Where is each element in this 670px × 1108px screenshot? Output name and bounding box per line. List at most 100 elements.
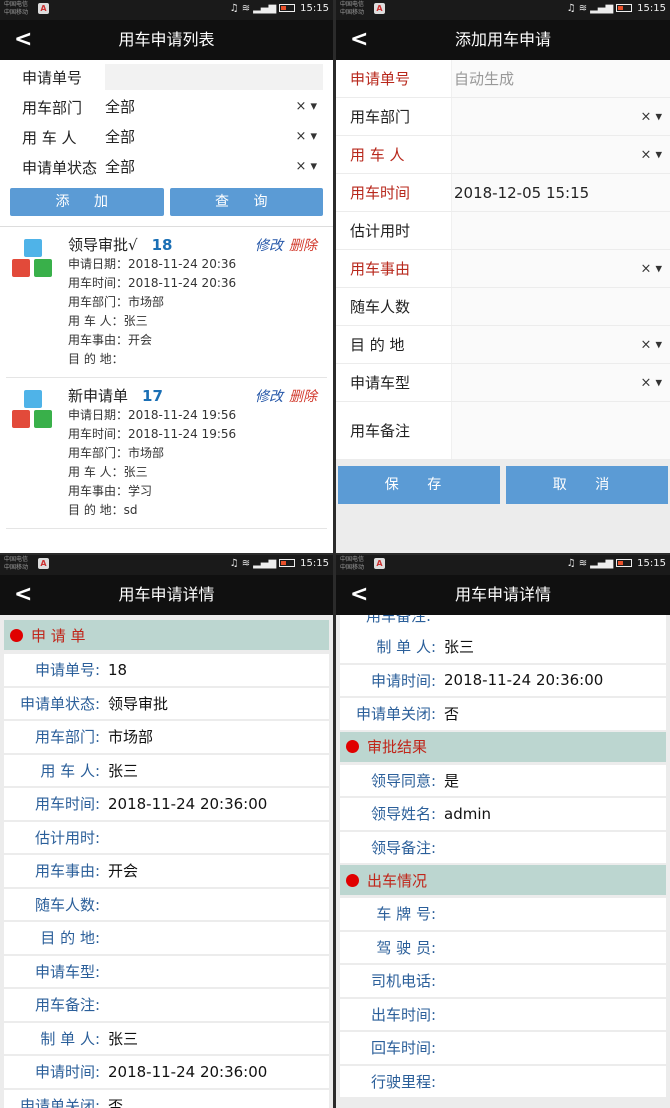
chevron-left-icon[interactable]: <: [14, 20, 32, 60]
clear-dropdown-icon[interactable]: × ▾: [640, 109, 662, 124]
detail-value: 张三: [108, 761, 139, 780]
clipped-label: 用车备注:: [366, 615, 432, 625]
signal-icon: ▂▄▆: [590, 558, 614, 569]
detail-row: 出车时间:: [340, 998, 666, 1032]
edit-link[interactable]: 修改: [255, 238, 283, 254]
detail-label: 领导备注:: [370, 838, 436, 857]
clear-dropdown-icon[interactable]: × ▾: [640, 147, 662, 162]
detail-label: 驾 驶 员:: [376, 938, 436, 957]
top-bar: < 用车申请详情: [0, 575, 333, 615]
top-bar: < 用车申请详情: [336, 575, 670, 615]
form-input[interactable]: 自动生成: [451, 60, 670, 97]
item-detail-line: 用 车 人：张三: [68, 314, 148, 328]
detail-row: 领导姓名: admin: [340, 798, 666, 832]
filter-select[interactable]: 全部 × ▾: [105, 94, 323, 120]
query-button[interactable]: 查 询: [169, 188, 323, 216]
item-detail-line: 申请日期：2018-11-24 19:56: [68, 408, 237, 422]
filter-input[interactable]: [105, 64, 323, 90]
status-icons: ♫ ≋ ▂▄▆ 15:15: [564, 2, 666, 16]
filter-form: 申请单号 用车部门 全部 × ▾ 用 车 人全部 × ▾ 申请单状态 全部 × ▾: [0, 60, 333, 182]
filter-value: 全部: [105, 128, 136, 146]
clear-dropdown-icon[interactable]: × ▾: [640, 337, 662, 352]
form-row: 用 车 人 × ▾: [336, 136, 670, 174]
cancel-button[interactable]: 取 消: [506, 466, 668, 504]
form-input[interactable]: [451, 212, 670, 249]
filter-label: 用车部门: [22, 98, 83, 117]
detail-row: 司机电话:: [340, 965, 666, 999]
form-row: 用车事由 × ▾: [336, 250, 670, 288]
battery-icon: [279, 559, 296, 567]
form-row: 用车部门 × ▾: [336, 98, 670, 136]
form-select[interactable]: × ▾: [451, 136, 670, 173]
item-detail-line: 申请日期：2018-11-24 20:36: [68, 257, 237, 271]
detail-label: 领导姓名:: [370, 805, 436, 824]
save-button[interactable]: 保 存: [338, 466, 500, 504]
clear-dropdown-icon[interactable]: × ▾: [295, 94, 317, 120]
detail-label: 申请时间:: [370, 671, 436, 690]
dispatch-list: 车 牌 号: 驾 驶 员: 司机电话: 出车时间: 回车时间: 行驶里程:: [336, 898, 670, 1099]
wifi-icon: ≋: [578, 3, 588, 14]
detail-row: 用车部门: 市场部: [4, 721, 329, 755]
filter-select[interactable]: 全部 × ▾: [105, 154, 323, 180]
app-notification-icon: A: [374, 558, 385, 569]
form-label: 用车时间: [350, 184, 411, 202]
detail-value: 张三: [108, 1029, 139, 1048]
page-title: 用车申请详情: [118, 585, 215, 604]
list-item[interactable]: 新申请单 17 修改 删除 申请日期：2018-11-24 19:56 用车时间：2018…: [6, 378, 327, 529]
detail-row: 估计用时:: [4, 821, 329, 855]
detail-row: 驾 驶 员:: [340, 931, 666, 965]
form-select[interactable]: × ▾: [451, 98, 670, 135]
screen-apply-detail-scrolled: 中国电信 中国移动 A ♫ ≋ ▂▄▆ 15:15 < 用车申请详情 用车备注: 制 单…: [336, 555, 670, 1108]
form-row: 用车时间 2018-12-05 15:15: [336, 174, 670, 212]
detail-value: 市场部: [108, 728, 154, 747]
item-detail-line: 用 车 人：张三: [68, 465, 148, 479]
vibrate-icon: ♫: [566, 3, 576, 14]
clear-dropdown-icon[interactable]: × ▾: [295, 124, 317, 150]
filter-select[interactable]: 全部 × ▾: [105, 124, 323, 150]
detail-label: 司机电话:: [370, 972, 436, 991]
clear-dropdown-icon[interactable]: × ▾: [640, 261, 662, 276]
clipped-row: 用车备注:: [340, 615, 666, 631]
apply-list: 领导审批√ 18 修改 删除 申请日期：2018-11-24 20:36 用车时间：201…: [0, 226, 333, 529]
red-dot-icon: [346, 873, 359, 887]
form-value: 2018-12-05 15:15: [454, 183, 590, 202]
edit-link[interactable]: 修改: [255, 389, 283, 405]
item-status: 领导审批√: [68, 236, 138, 254]
chevron-left-icon[interactable]: <: [14, 575, 32, 615]
detail-row: 回车时间:: [340, 1032, 666, 1066]
status-bar: 中国电信 中国移动 A ♫ ≋ ▂▄▆ 15:15: [0, 0, 333, 20]
detail-list-top: 制 单 人: 张三 申请时间: 2018-11-24 20:36:00 申请单关闭: 否: [336, 631, 670, 732]
form-select[interactable]: × ▾: [451, 250, 670, 287]
form-input[interactable]: 2018-12-05 15:15: [451, 174, 670, 211]
detail-value: 开会: [108, 862, 139, 881]
add-button[interactable]: 添 加: [10, 188, 164, 216]
chevron-left-icon[interactable]: <: [350, 575, 368, 615]
list-item[interactable]: 领导审批√ 18 修改 删除 申请日期：2018-11-24 20:36 用车时间：201…: [6, 227, 327, 378]
section-header-apply: 申 请 单: [4, 620, 329, 650]
form-label: 用车事由: [350, 260, 411, 278]
item-detail-line: 目 的 地：: [68, 352, 124, 366]
form-select[interactable]: × ▾: [451, 326, 670, 363]
signal-icon: ▂▄▆: [253, 558, 277, 569]
battery-icon: [616, 559, 633, 567]
form-row: 目 的 地 × ▾: [336, 326, 670, 364]
delete-link[interactable]: 删除: [289, 389, 317, 405]
detail-label: 回车时间:: [370, 1039, 436, 1058]
item-status: 新申请单: [68, 387, 129, 405]
status-icons: ♫ ≋ ▂▄▆ 15:15: [227, 2, 329, 16]
chevron-left-icon[interactable]: <: [350, 20, 368, 60]
form-input[interactable]: [451, 402, 670, 459]
delete-link[interactable]: 删除: [289, 238, 317, 254]
detail-label: 申请车型:: [34, 962, 100, 981]
item-id: 17: [142, 387, 163, 405]
filter-label: 申请单状态: [22, 158, 98, 177]
detail-label: 申请单关闭:: [19, 1096, 100, 1108]
carrier-label: 中国电信 中国移动: [340, 556, 365, 571]
section-title: 申 请 单: [31, 626, 86, 645]
form-select[interactable]: × ▾: [451, 364, 670, 401]
clear-dropdown-icon[interactable]: × ▾: [295, 154, 317, 180]
section-title: 审批结果: [367, 738, 428, 756]
clear-dropdown-icon[interactable]: × ▾: [640, 375, 662, 390]
filter-row: 用 车 人 全部 × ▾: [10, 122, 323, 152]
form-input[interactable]: [451, 288, 670, 325]
